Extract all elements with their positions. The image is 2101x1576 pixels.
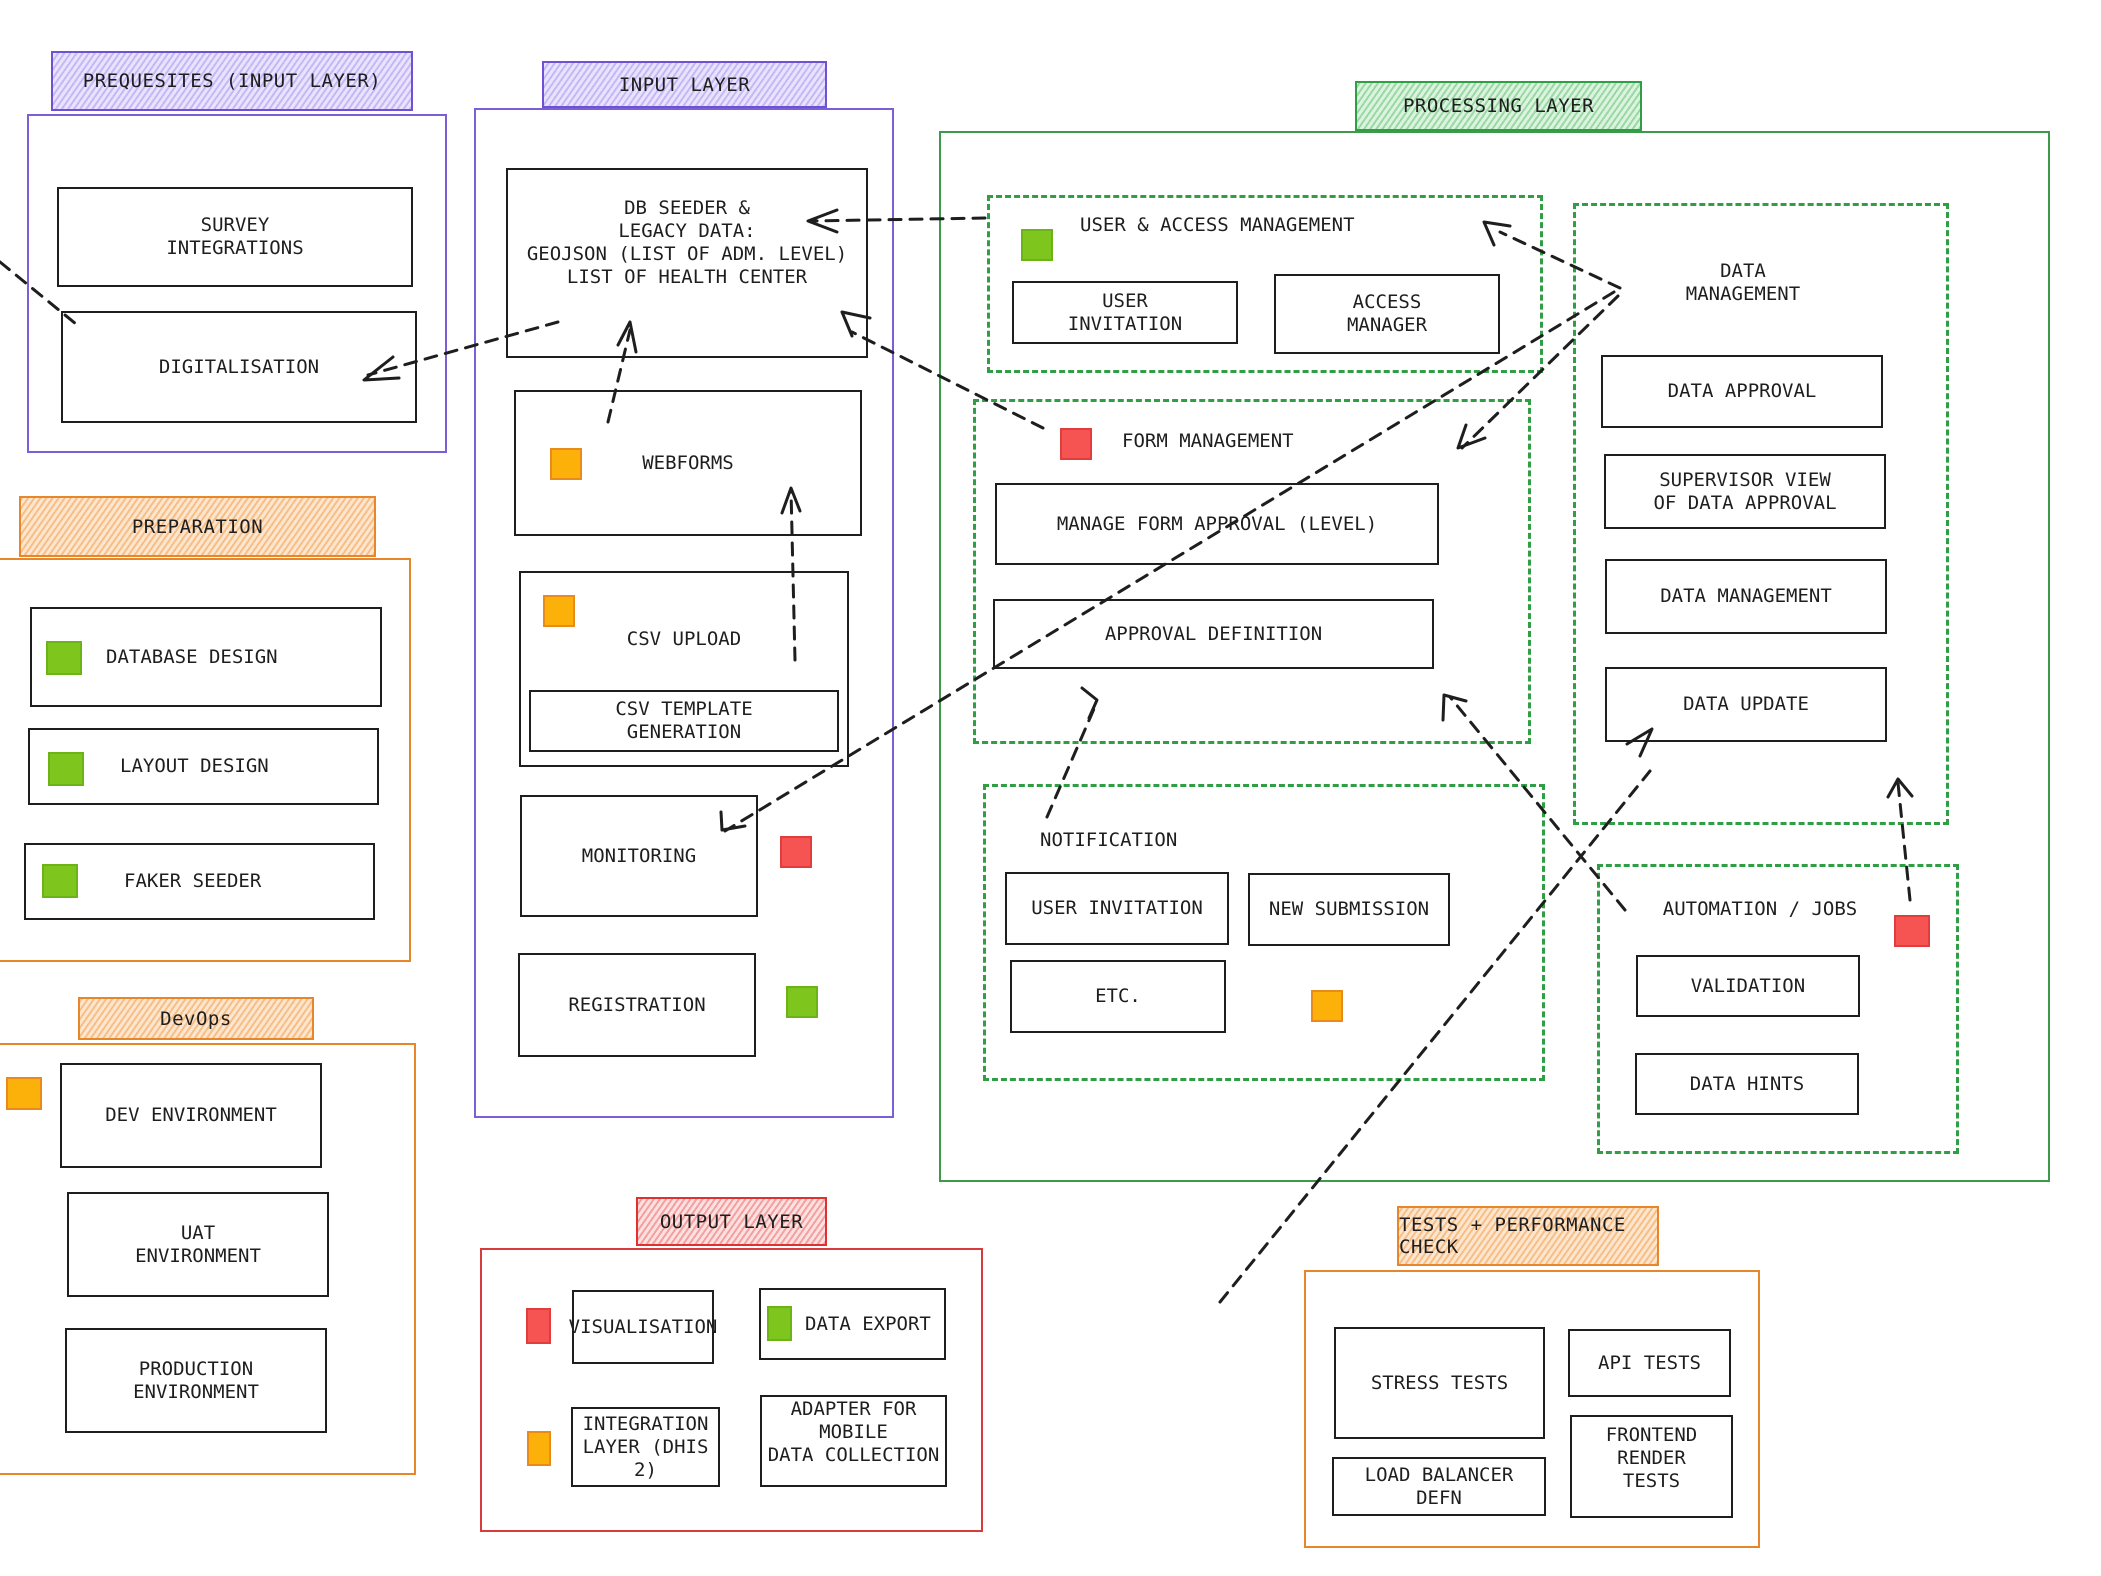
csv-upload-label: CSV Upload [626,628,742,650]
user-invitation-box[interactable]: User Invitation [1012,281,1238,344]
stress-tests-box[interactable]: Stress Tests [1334,1327,1545,1439]
uat-environment-box[interactable]: UAT Environment [67,1192,329,1297]
visualisation-box[interactable]: Visualisation [569,1290,717,1364]
user-access-management-title: User & Access Management [1080,214,1355,236]
processing-layer-header: Processing Layer [1355,81,1642,131]
automation-jobs-title: Automation / Jobs [1662,898,1858,920]
digitalisation-box[interactable]: Digitalisation [61,311,417,423]
production-environment-box[interactable]: Production Environment [65,1328,327,1433]
tests-title: Tests + Performance Check [1399,1214,1626,1258]
output-layer-header: Output Layer [636,1197,827,1246]
input-layer-title: Input Layer [618,73,751,96]
status-in-progress-icon [6,1077,42,1110]
new-submission-box[interactable]: New Submission [1248,873,1450,946]
monitoring-box[interactable]: Monitoring [520,795,758,917]
integration-layer-box[interactable]: Integration Layer (DHIS 2) [571,1407,720,1487]
layout-design-label: Layout Design [120,755,269,777]
preparation-title: Preparation [131,515,264,538]
notification-etc-box[interactable]: Etc. [1010,960,1226,1033]
status-done-icon [42,864,78,898]
faker-seeder-label: Faker Seeder [124,870,262,892]
status-done-icon [767,1306,792,1341]
status-in-progress-icon [527,1431,551,1466]
notification-title: Notification [1040,829,1178,851]
status-in-progress-icon [543,595,575,627]
database-design-box[interactable]: Database Design [30,607,382,707]
registration-box[interactable]: Registration [518,953,756,1057]
devops-title: DevOps [160,1007,232,1030]
survey-integrations-box[interactable]: Survey Integrations [57,187,413,287]
status-done-icon [786,986,818,1018]
processing-layer-title: Processing Layer [1402,95,1595,117]
status-todo-icon [780,836,812,868]
status-done-icon [48,752,84,786]
csv-template-generation-box[interactable]: CSV Template Generation [529,690,839,752]
database-design-label: Database Design [106,645,278,668]
status-todo-icon [1060,428,1092,460]
output-layer-title: Output Layer [659,1210,804,1233]
load-balancer-box[interactable]: Load Balancer Defn [1332,1457,1546,1516]
manage-form-approval-box[interactable]: Manage Form Approval (Level) [995,483,1439,565]
adapter-mobile-box[interactable]: Adapter for Mobile Data Collection [760,1395,947,1487]
validation-box[interactable]: Validation [1636,955,1860,1017]
data-management-box[interactable]: Data Management [1605,559,1887,634]
supervisor-view-box[interactable]: Supervisor View of Data Approval [1604,454,1886,529]
status-done-icon [1021,229,1053,261]
notification-user-invitation-box[interactable]: User Invitation [1005,872,1229,945]
approval-definition-box[interactable]: Approval Definition [993,599,1434,669]
status-todo-icon [1894,915,1930,947]
prerequisites-title: Prequesites (Input Layer) [82,70,382,92]
api-tests-box[interactable]: API Tests [1568,1329,1731,1397]
devops-header: DevOps [78,997,314,1040]
dev-environment-box[interactable]: Dev Environment [60,1063,322,1168]
status-todo-icon [526,1308,551,1344]
input-layer-header: Input Layer [542,61,827,108]
data-export-label: Data Export [805,1312,931,1335]
status-in-progress-icon [1311,990,1343,1022]
prerequisites-header: Prequesites (Input Layer) [51,51,413,111]
frontend-render-tests-box[interactable]: Frontend Render Tests [1570,1415,1733,1518]
db-seeder-box[interactable]: DB Seeder & Legacy Data: GeoJSON (List o… [506,168,868,358]
data-approval-box[interactable]: Data Approval [1601,355,1883,428]
status-in-progress-icon [550,448,582,480]
preparation-header: Preparation [19,496,376,557]
access-manager-box[interactable]: Access Manager [1274,274,1500,354]
data-management-title: Data Management [1685,260,1801,305]
form-management-title: Form Management [1122,430,1294,452]
data-update-box[interactable]: Data Update [1605,667,1887,742]
tests-header: Tests + Performance Check [1397,1206,1659,1266]
status-done-icon [46,641,82,675]
data-hints-box[interactable]: Data Hints [1635,1053,1859,1115]
